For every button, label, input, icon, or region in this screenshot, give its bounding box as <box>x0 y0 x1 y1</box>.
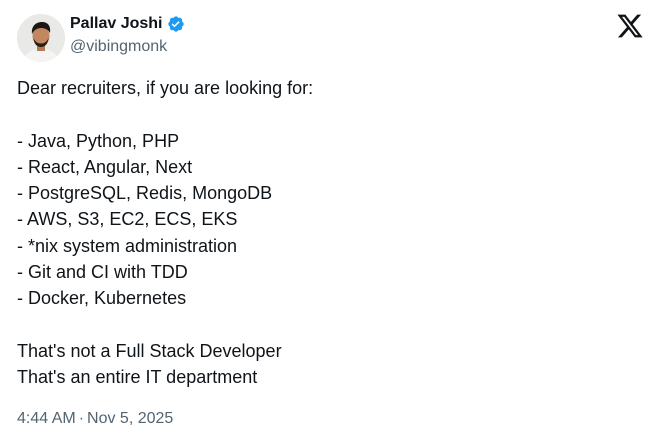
avatar-photo-icon <box>17 14 65 62</box>
tweet-spacer <box>17 312 637 338</box>
x-logo-icon[interactable] <box>616 12 644 40</box>
tweet-list-item: - *nix system administration <box>17 235 238 256</box>
author-display-name[interactable]: Pallav Joshi <box>70 14 163 34</box>
tweet-list-item: - React, Angular, Next <box>17 156 193 177</box>
tweet-list-item: - Git and CI with TDD <box>17 262 188 283</box>
tweet-list-item: - Java, Python, PHP <box>17 130 180 151</box>
tweet-list-item: - PostgreSQL, Redis, MongoDB <box>17 183 273 204</box>
tweet-body: Dear recruiters, if you are looking for:… <box>17 75 637 391</box>
tweet-intro: Dear recruiters, if you are looking for: <box>17 78 314 98</box>
author-avatar[interactable] <box>17 14 65 62</box>
verified-badge-icon[interactable] <box>167 15 185 33</box>
tweet-outro-line: That's an entire IT department <box>17 367 258 388</box>
tweet-list-item: - Docker, Kubernetes <box>17 288 187 309</box>
tweet-time: 4:44 AM <box>17 410 76 427</box>
tweet-spacer <box>17 101 637 127</box>
tweet-date: Nov 5, 2025 <box>87 410 174 427</box>
author-handle[interactable]: @vibingmonk <box>70 37 167 57</box>
tweet-timestamp[interactable]: 4:44 AM · Nov 5, 2025 <box>17 409 173 429</box>
tweet-outro-line: That's not a Full Stack Developer <box>17 340 282 361</box>
meta-separator: · <box>78 410 85 427</box>
tweet-list-item: - AWS, S3, EC2, ECS, EKS <box>17 209 238 230</box>
author-name-row: Pallav Joshi <box>70 14 185 34</box>
tweet-card: Pallav Joshi @vibingmonk Dear recruiters… <box>0 0 654 443</box>
